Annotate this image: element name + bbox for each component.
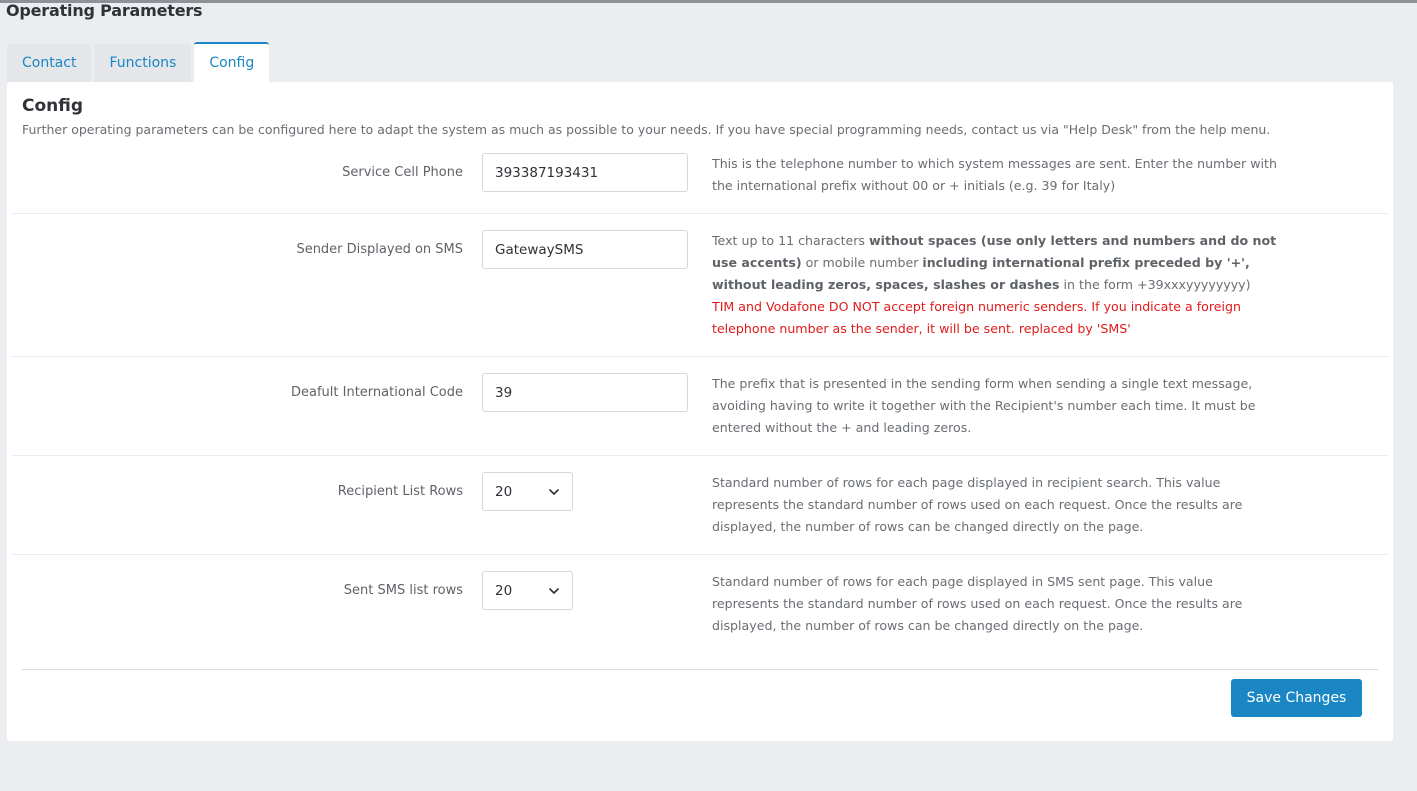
config-panel: Config Further operating parameters can …	[7, 82, 1393, 741]
section-title: Config	[22, 96, 84, 116]
row-service-cell-phone: Service Cell Phone This is the telephone…	[11, 142, 1389, 214]
sender-displayed-help: Text up to 11 characters without spaces …	[712, 233, 1277, 336]
sent-sms-list-rows-help: Standard number of rows for each page di…	[712, 574, 1243, 633]
row-sender-displayed: Sender Displayed on SMS Text up to 11 ch…	[11, 214, 1389, 357]
sent-sms-list-rows-label: Sent SMS list rows	[343, 583, 463, 598]
section-description: Further operating parameters can be conf…	[22, 122, 1271, 137]
default-international-code-input[interactable]	[482, 373, 688, 412]
sender-displayed-input[interactable]	[482, 230, 688, 269]
recipient-list-rows-select[interactable]: 20	[482, 472, 573, 511]
recipient-list-rows-label: Recipient List Rows	[337, 484, 463, 499]
chevron-down-icon	[548, 486, 560, 498]
service-cell-phone-label: Service Cell Phone	[342, 165, 463, 180]
sender-displayed-label: Sender Displayed on SMS	[296, 242, 463, 257]
save-changes-button[interactable]: Save Changes	[1231, 679, 1362, 717]
tab-functions[interactable]: Functions	[94, 44, 192, 82]
chevron-down-icon	[548, 585, 560, 597]
service-cell-phone-help: This is the telephone number to which sy…	[712, 156, 1277, 193]
tab-contact[interactable]: Contact	[7, 44, 92, 82]
default-international-code-help: The prefix that is presented in the send…	[712, 376, 1256, 435]
service-cell-phone-input[interactable]	[482, 153, 688, 192]
sender-warning-text: TIM and Vodafone DO NOT accept foreign n…	[712, 299, 1241, 336]
default-international-code-label: Deafult International Code	[290, 385, 463, 400]
tab-config[interactable]: Config	[194, 42, 270, 82]
page-title: Operating Parameters	[6, 1, 203, 20]
sent-sms-list-rows-value: 20	[495, 582, 513, 599]
top-border	[0, 0, 1417, 3]
recipient-list-rows-help: Standard number of rows for each page di…	[712, 475, 1243, 534]
row-recipient-list-rows: Recipient List Rows 20 Standard number o…	[11, 456, 1389, 555]
tab-bar: Contact Functions Config	[7, 42, 270, 82]
row-sent-sms-list-rows: Sent SMS list rows 20 Standard number of…	[11, 555, 1389, 654]
recipient-list-rows-value: 20	[495, 483, 513, 500]
row-default-international-code: Deafult International Code The prefix th…	[11, 357, 1389, 456]
footer-divider	[22, 669, 1378, 670]
sent-sms-list-rows-select[interactable]: 20	[482, 571, 573, 610]
